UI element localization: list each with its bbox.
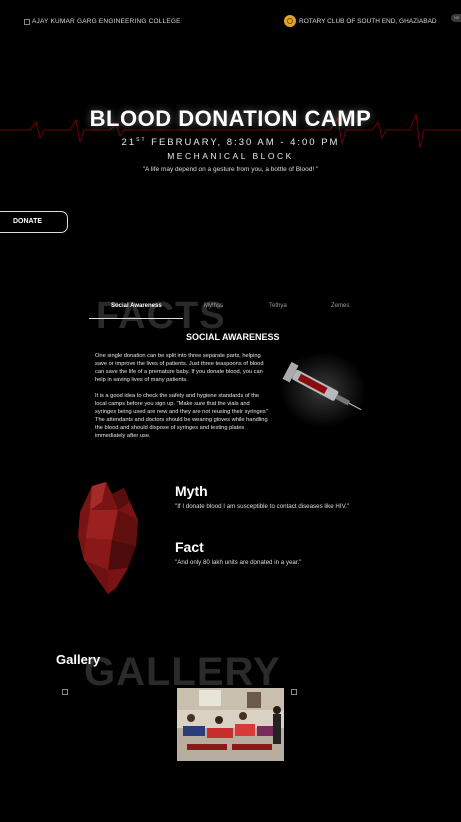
broken-image-icon bbox=[62, 689, 68, 695]
facts-paragraph-2: It is a good idea to check the safety an… bbox=[95, 393, 268, 439]
event-venue: MECHANICAL BLOCK bbox=[167, 151, 294, 161]
rotary-logo: ROTARY CLUB OF SOUTH END, GHAZIABAD bbox=[284, 15, 437, 27]
college-name: AJAY KUMAR GARG ENGINEERING COLLEGE bbox=[32, 18, 181, 25]
fact-text: "And only 80 lakh units are donated in a… bbox=[175, 559, 302, 566]
gallery-heading: Gallery bbox=[56, 652, 101, 667]
gallery-photo[interactable] bbox=[177, 688, 284, 761]
nav-toggle[interactable]: NE bbox=[451, 14, 461, 22]
myth-text: "If I donate blood I am susceptible to c… bbox=[175, 503, 350, 510]
syringe-image bbox=[280, 352, 366, 428]
facts-paragraph-1: One single donation can be split into th… bbox=[95, 353, 264, 383]
rotary-wheel-icon bbox=[284, 15, 296, 27]
donate-button[interactable]: DONATE bbox=[0, 211, 68, 233]
tab-social-awareness[interactable]: Social Awareness bbox=[111, 303, 162, 309]
tab-zemes[interactable]: Zemes bbox=[331, 303, 349, 309]
fact-heading: Fact bbox=[175, 539, 204, 555]
rotary-name: ROTARY CLUB OF SOUTH END, GHAZIABAD bbox=[299, 17, 437, 25]
myth-heading: Myth bbox=[175, 483, 208, 499]
facts-section-title: SOCIAL AWARENESS bbox=[186, 332, 280, 342]
tab-tethya[interactable]: Tethya bbox=[269, 303, 287, 309]
page-title: BLOOD DONATION CAMP bbox=[89, 106, 372, 131]
college-logo: AJAY KUMAR GARG ENGINEERING COLLEGE bbox=[24, 18, 181, 25]
active-tab-underline bbox=[89, 318, 183, 319]
anatomical-heart-image bbox=[78, 482, 138, 594]
tab-myths[interactable]: Mythss bbox=[204, 303, 223, 309]
broken-image-icon bbox=[24, 18, 30, 25]
event-date: 21ST FEBRUARY, 8:30 AM - 4:00 PM bbox=[121, 137, 340, 149]
broken-image-icon bbox=[291, 689, 297, 695]
hero-quote: "A life may depend on a gesture from you… bbox=[142, 166, 319, 173]
